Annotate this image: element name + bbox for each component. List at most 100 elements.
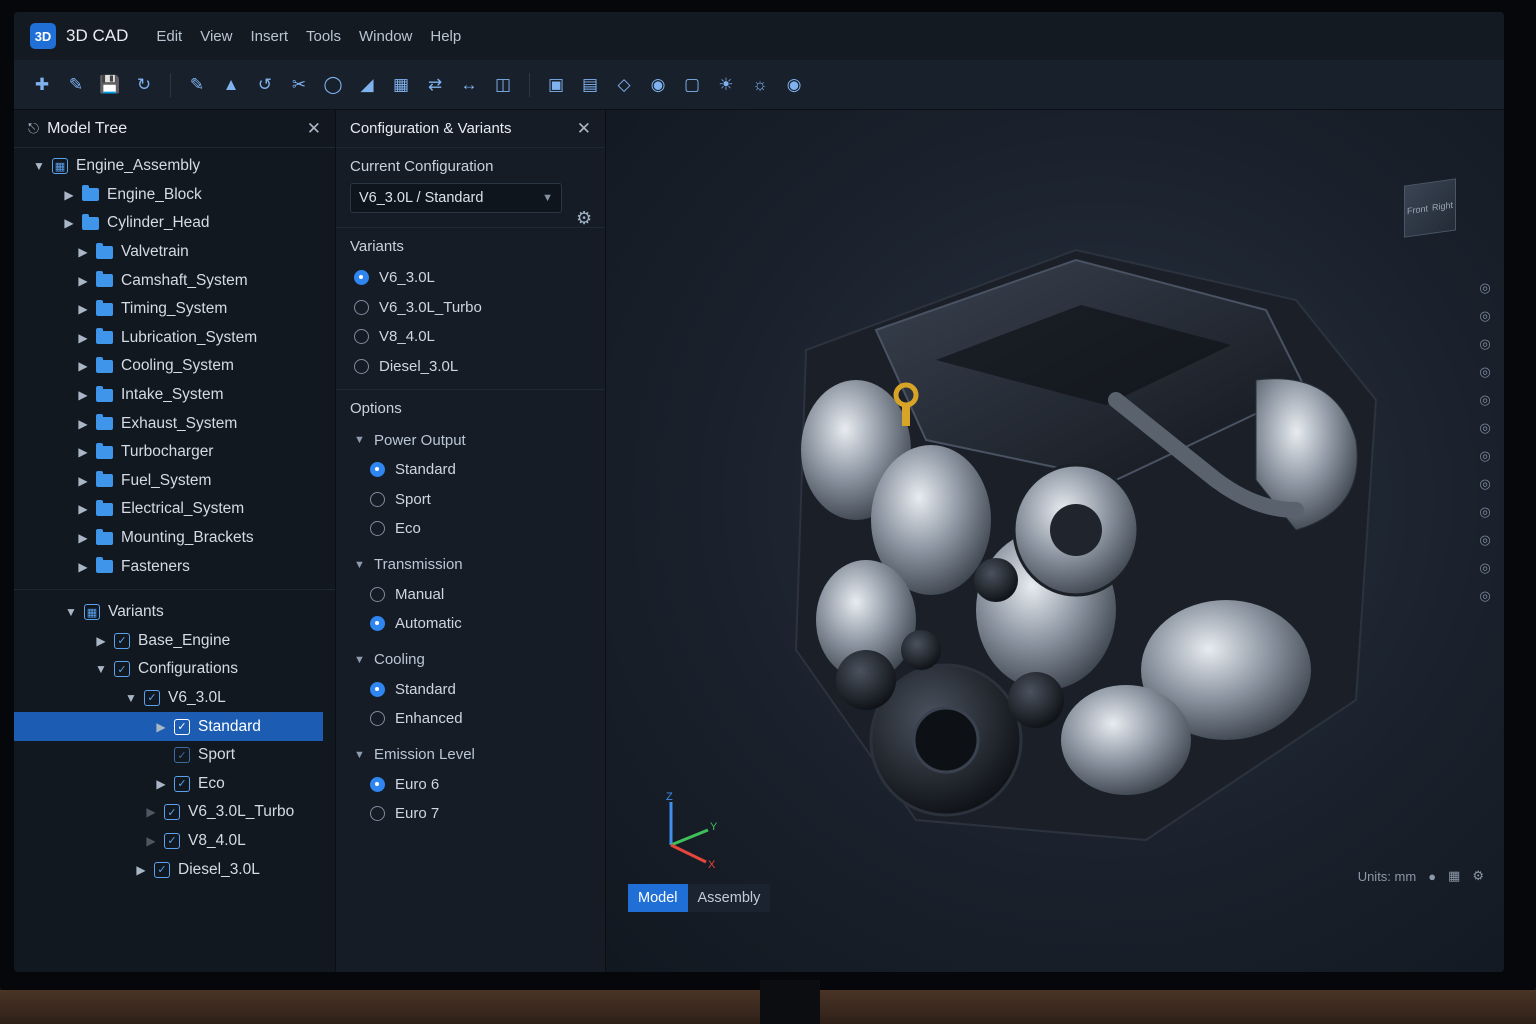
option-group-header[interactable]: ▼ Transmission [350, 550, 591, 580]
tree-item-part[interactable]: ▶ Camshaft_System [14, 266, 335, 295]
option-radio-row[interactable]: Enhanced [370, 704, 591, 734]
tree-item-standard[interactable]: ▶ ✓ Standard [14, 712, 323, 741]
tree-item-part[interactable]: ▶ Fasteners [14, 552, 335, 581]
camera-icon[interactable]: ◉ [780, 71, 808, 99]
radio-button[interactable] [354, 329, 369, 345]
save-icon[interactable]: 💾 [96, 71, 124, 99]
radio-button[interactable] [370, 776, 385, 792]
radio-button[interactable] [370, 806, 385, 822]
chevron-right-icon[interactable]: ▶ [76, 245, 90, 259]
menu-insert[interactable]: Insert [250, 28, 288, 45]
rotate-icon[interactable]: ◎ [1476, 280, 1494, 300]
menu-tools[interactable]: Tools [306, 28, 341, 45]
view-front-icon[interactable]: ▣ [542, 71, 570, 99]
tree-item-base-engine[interactable]: ▶ ✓ Base_Engine [14, 627, 335, 656]
chevron-down-icon[interactable]: ▼ [354, 654, 368, 666]
tree-item-v6-turbo[interactable]: ▶ ✓ V6_3.0L_Turbo [14, 798, 335, 827]
current-config-select[interactable]: V6_3.0L / Standard ▼ [350, 183, 562, 213]
grid-icon[interactable]: ▦ [1448, 868, 1460, 884]
tree-item-part[interactable]: ▶ Exhaust_System [14, 409, 335, 438]
gear-icon[interactable]: ⚙ [576, 208, 592, 229]
checkbox-icon[interactable]: ✓ [174, 775, 190, 792]
checkbox-icon[interactable]: ✓ [174, 718, 190, 735]
checkbox-icon[interactable]: ✓ [174, 747, 190, 764]
chevron-right-icon[interactable]: ▶ [144, 805, 158, 819]
tree-item-part[interactable]: ▶ Electrical_System [14, 495, 335, 524]
open-icon[interactable]: ✎ [62, 71, 90, 99]
revolve-icon[interactable]: ↺ [251, 71, 279, 99]
render-icon[interactable]: ☀ [712, 71, 740, 99]
chevron-right-icon[interactable]: ▶ [62, 216, 76, 230]
cut-icon[interactable]: ✂ [285, 71, 313, 99]
chevron-down-icon[interactable]: ▼ [354, 749, 368, 761]
view-cube-front[interactable]: Front [1407, 203, 1428, 216]
tree-item-part[interactable]: ▶ Valvetrain [14, 238, 335, 267]
menu-window[interactable]: Window [359, 28, 412, 45]
measure-icon[interactable]: ↔ [455, 71, 483, 99]
option-radio-row[interactable]: Euro 6 [370, 770, 591, 800]
chevron-right-icon[interactable]: ▶ [76, 445, 90, 459]
variant-option[interactable]: V8_4.0L [350, 322, 591, 352]
radio-button[interactable] [354, 299, 369, 315]
tree-item-configurations[interactable]: ▼ ✓ Configurations [14, 655, 335, 684]
tree-item-part[interactable]: ▶ Cylinder_Head [14, 209, 335, 238]
radio-button[interactable] [370, 491, 385, 507]
tree-item-part[interactable]: ▶ Intake_System [14, 381, 335, 410]
chevron-right-icon[interactable]: ▶ [76, 302, 90, 316]
radio-button[interactable] [370, 616, 385, 632]
tree-item-eco[interactable]: ▶ ✓ Eco [14, 769, 335, 798]
section-icon[interactable]: ◫ [489, 71, 517, 99]
option-group-header[interactable]: ▼ Cooling [350, 645, 591, 675]
radio-button[interactable] [370, 681, 385, 697]
view-iso-icon[interactable]: ◇ [610, 71, 638, 99]
chevron-right-icon[interactable]: ▶ [76, 502, 90, 516]
radio-button[interactable] [370, 586, 385, 602]
measure-icon[interactable]: ◎ [1476, 420, 1494, 440]
pattern-icon[interactable]: ▦ [387, 71, 415, 99]
option-radio-row[interactable]: Standard [370, 455, 591, 485]
view-cube-right[interactable]: Right [1432, 200, 1453, 213]
option-radio-row[interactable]: Standard [370, 675, 591, 705]
option-group-header[interactable]: ▼ Emission Level [350, 740, 591, 770]
tree-item-part[interactable]: ▶ Fuel_System [14, 467, 335, 496]
tree-item-part[interactable]: ▶ Cooling_System [14, 352, 335, 381]
section-icon[interactable]: ◎ [1476, 392, 1494, 412]
chevron-right-icon[interactable]: ▶ [76, 359, 90, 373]
sketch-icon[interactable]: ✎ [183, 71, 211, 99]
settings-icon[interactable]: ⚙ [1472, 868, 1484, 884]
chevron-right-icon[interactable]: ▶ [76, 417, 90, 431]
chevron-down-icon[interactable]: ▼ [94, 662, 108, 676]
tree-item-part[interactable]: ▶ Mounting_Brackets [14, 524, 335, 553]
tree-item-sport[interactable]: ✓ Sport [14, 741, 335, 770]
variant-option[interactable]: Diesel_3.0L [350, 352, 591, 382]
chevron-right-icon[interactable]: ▶ [76, 474, 90, 488]
chevron-right-icon[interactable]: ▶ [154, 720, 168, 734]
chevron-right-icon[interactable]: ▶ [76, 388, 90, 402]
option-radio-row[interactable]: Manual [370, 580, 591, 610]
pan-icon[interactable]: ◎ [1476, 308, 1494, 328]
layer-icon[interactable]: ◎ [1476, 476, 1494, 496]
menu-edit[interactable]: Edit [156, 28, 182, 45]
fit-icon[interactable]: ◎ [1476, 364, 1494, 384]
lighting-icon[interactable]: ☼ [746, 71, 774, 99]
option-radio-row[interactable]: Eco [370, 514, 591, 544]
view-top-icon[interactable]: ▤ [576, 71, 604, 99]
chamfer-icon[interactable]: ◢ [353, 71, 381, 99]
chevron-down-icon[interactable]: ▼ [354, 434, 368, 446]
chevron-down-icon[interactable]: ▼ [354, 559, 368, 571]
chevron-right-icon[interactable]: ▶ [76, 531, 90, 545]
settings-icon[interactable]: ◎ [1476, 588, 1494, 608]
tree-item-v8[interactable]: ▶ ✓ V8_4.0L [14, 827, 335, 856]
radio-button[interactable] [370, 711, 385, 727]
chevron-right-icon[interactable]: ▶ [94, 634, 108, 648]
mirror-icon[interactable]: ⇄ [421, 71, 449, 99]
chevron-down-icon[interactable]: ▼ [124, 691, 138, 705]
menu-help[interactable]: Help [430, 28, 461, 45]
tree-item-part[interactable]: ▶ Timing_System [14, 295, 335, 324]
engine-model[interactable] [696, 180, 1416, 860]
chevron-down-icon[interactable]: ▼ [32, 159, 46, 173]
shade-icon[interactable]: ◎ [1476, 560, 1494, 580]
new-file-icon[interactable]: ✚ [28, 71, 56, 99]
option-group-header[interactable]: ▼ Power Output [350, 425, 591, 455]
extrude-icon[interactable]: ▲ [217, 71, 245, 99]
